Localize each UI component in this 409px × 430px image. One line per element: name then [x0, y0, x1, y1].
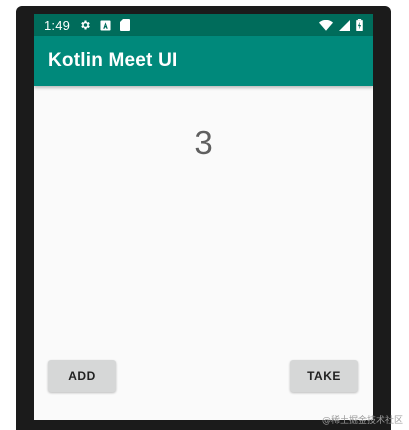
status-left: 1:49 [44, 17, 131, 33]
wifi-icon [319, 19, 333, 31]
device-screen: 1:49 Kotlin Meet UI 3 ADD TAKE [34, 14, 373, 420]
gear-icon [79, 19, 91, 31]
main-content: 3 ADD TAKE [34, 86, 373, 420]
status-bar: 1:49 [34, 14, 373, 36]
watermark: @稀土掘金技术社区 [321, 416, 403, 426]
counter-value: 3 [194, 124, 213, 161]
app-title: Kotlin Meet UI [48, 50, 178, 71]
status-time: 1:49 [44, 17, 71, 33]
sd-card-icon [120, 19, 131, 31]
a-badge-icon [100, 19, 111, 31]
screenshot-frame: 1:49 Kotlin Meet UI 3 ADD TAKE @稀土掘金技术社区 [0, 0, 409, 430]
add-button[interactable]: ADD [48, 360, 116, 392]
take-button[interactable]: TAKE [290, 360, 358, 392]
status-right [319, 19, 363, 31]
app-bar: Kotlin Meet UI [34, 36, 373, 86]
signal-icon [339, 19, 350, 31]
battery-icon [356, 19, 363, 31]
